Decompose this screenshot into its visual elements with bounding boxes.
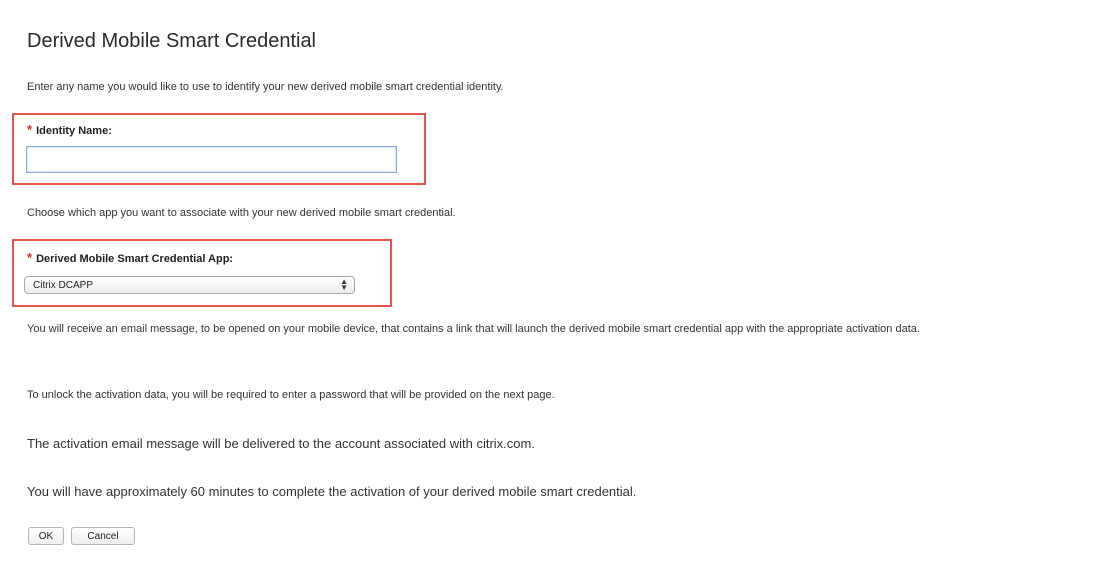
select-arrows-icon: ▲ ▼: [340, 277, 348, 292]
email-notice-text: You will receive an email message, to be…: [27, 323, 920, 335]
identity-name-label-text: Identity Name:: [36, 125, 112, 137]
app-select-label-text: Derived Mobile Smart Credential App:: [36, 253, 234, 265]
ok-button[interactable]: OK: [28, 527, 64, 545]
intro-text: Enter any name you would like to use to …: [27, 81, 504, 93]
app-select-label: * Derived Mobile Smart Credential App:: [27, 250, 233, 265]
required-marker: *: [27, 250, 33, 265]
page-title: Derived Mobile Smart Credential: [27, 30, 317, 52]
app-select-value: Citrix DCAPP: [33, 279, 94, 291]
unlock-notice-text: To unlock the activation data, you will …: [27, 389, 555, 401]
delivery-notice-text: The activation email message will be del…: [27, 436, 535, 451]
identity-name-label: * Identity Name:: [27, 122, 112, 137]
time-notice-text: You will have approximately 60 minutes t…: [27, 484, 637, 499]
app-intro-text: Choose which app you want to associate w…: [27, 207, 456, 219]
app-select-dropdown[interactable]: Citrix DCAPP ▲ ▼: [24, 276, 355, 294]
required-marker: *: [27, 122, 33, 137]
cancel-button[interactable]: Cancel: [71, 527, 135, 545]
identity-name-input[interactable]: [26, 146, 397, 173]
